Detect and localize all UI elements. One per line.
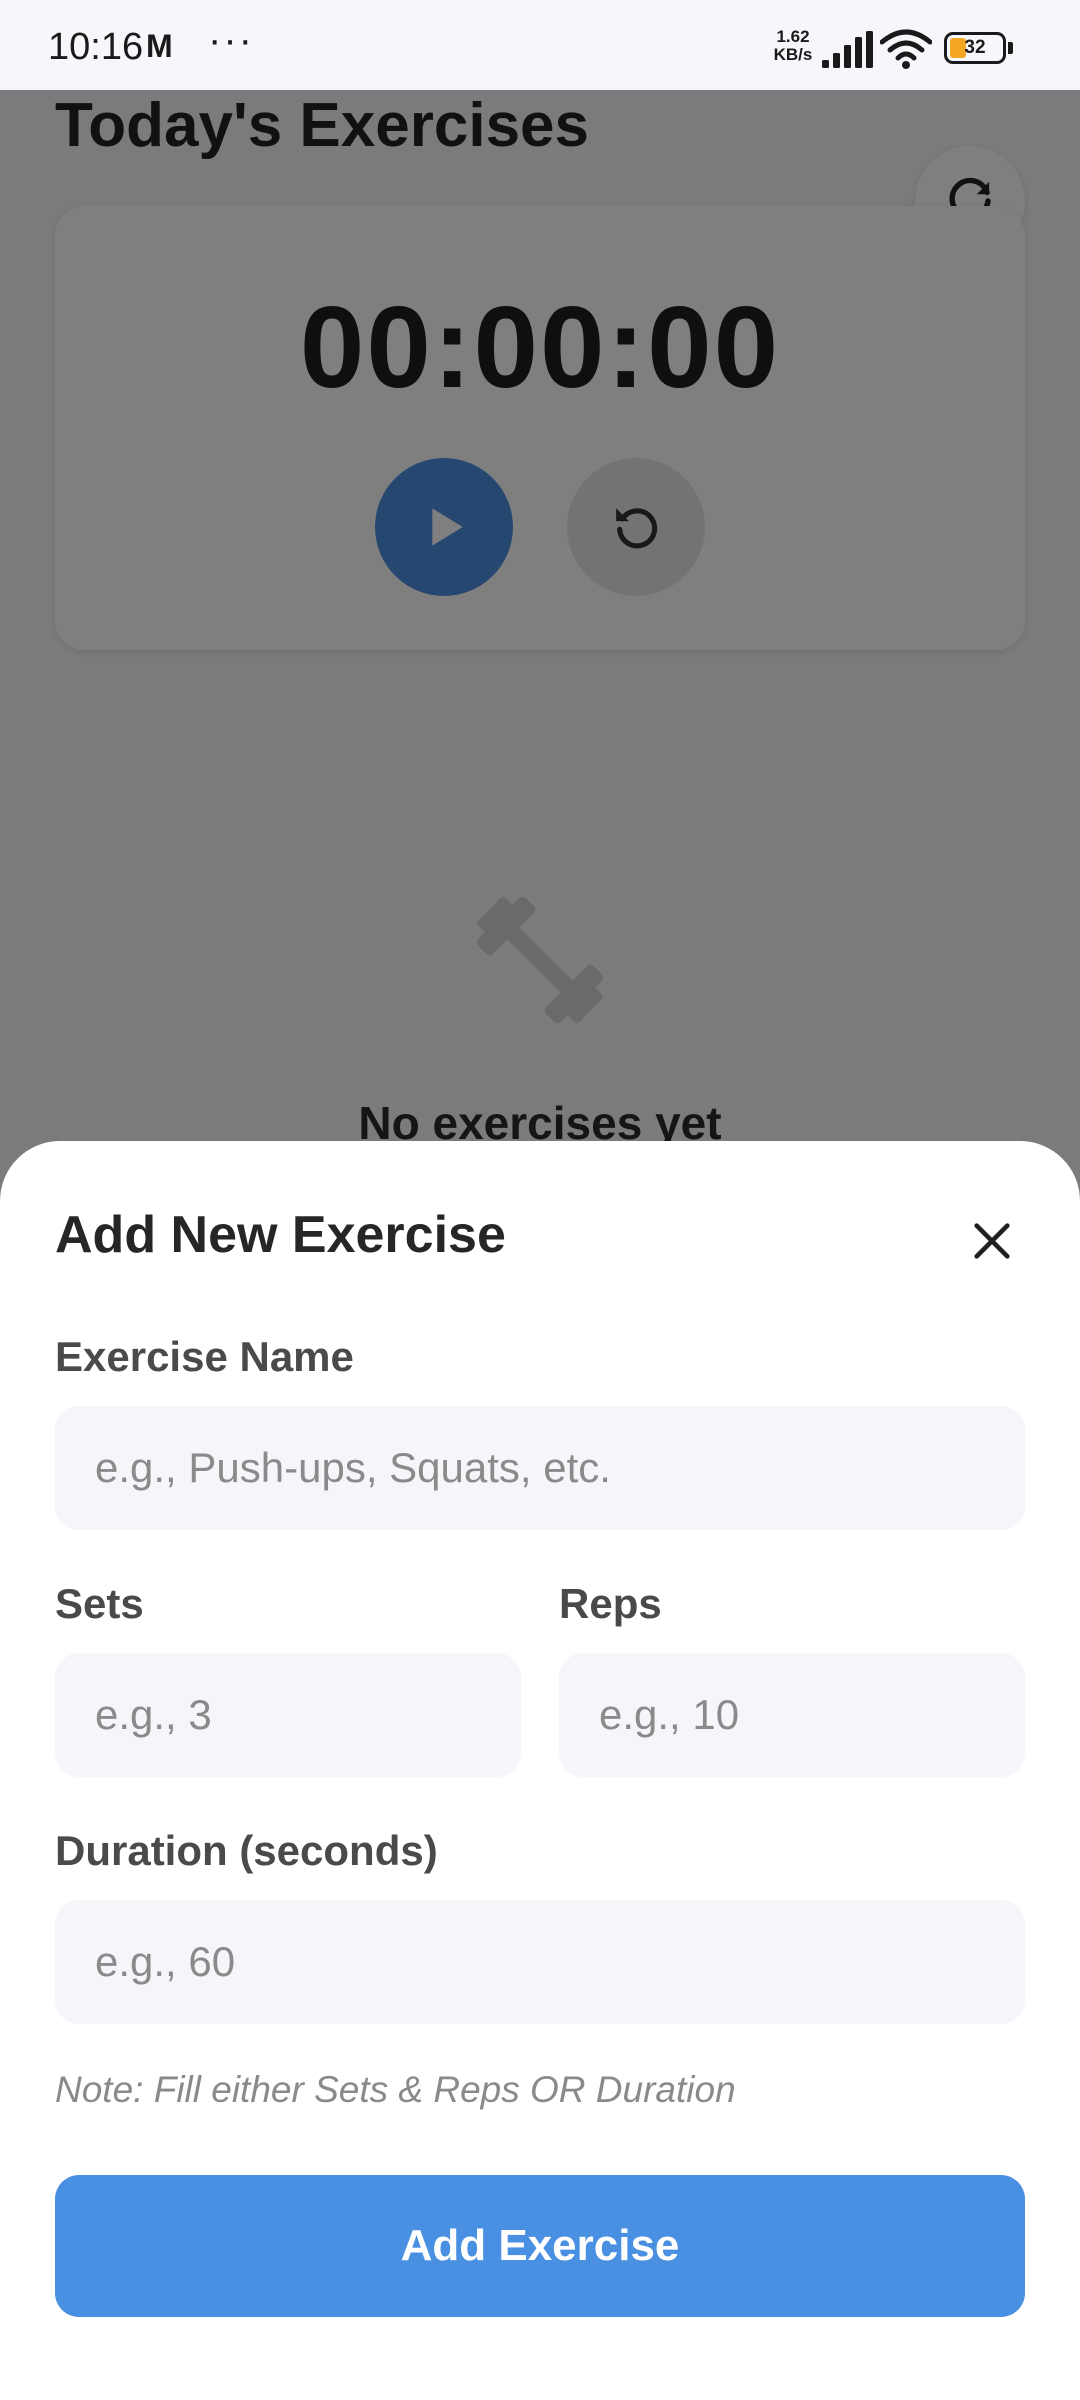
sheet-title: Add New Exercise: [55, 1206, 506, 1264]
duration-label: Duration (seconds): [55, 1827, 438, 1874]
exercise-name-input[interactable]: [55, 1406, 1025, 1530]
add-exercise-sheet: Add New Exercise Exercise Name Sets Reps…: [0, 1141, 1080, 2400]
duration-input[interactable]: [55, 1900, 1025, 2024]
add-exercise-button[interactable]: Add Exercise: [55, 2175, 1025, 2317]
form-note: Note: Fill either Sets & Reps OR Duratio…: [55, 2069, 736, 2110]
carrier-icon: M: [146, 28, 173, 64]
network-speed-value: 1.62: [776, 27, 810, 46]
sets-label: Sets: [55, 1580, 144, 1627]
reps-label: Reps: [559, 1580, 662, 1627]
wifi-icon: [880, 29, 932, 69]
battery-icon: 32: [944, 32, 1006, 64]
close-button[interactable]: [952, 1201, 1032, 1281]
status-time: 10:16: [48, 26, 144, 68]
close-icon: [974, 1223, 1010, 1259]
network-speed: 1.62 KB/s: [768, 28, 818, 64]
sets-input[interactable]: [55, 1653, 521, 1777]
exercise-name-label: Exercise Name: [55, 1333, 354, 1380]
battery-level: 32: [964, 37, 986, 58]
network-speed-unit: KB/s: [773, 45, 813, 64]
battery-tip: [1008, 42, 1013, 54]
signal-icon: [822, 31, 873, 68]
status-bar: 10:16 M ··· 1.62 KB/s 32: [0, 0, 1080, 90]
more-notifications-icon: ···: [208, 18, 254, 62]
reps-input[interactable]: [559, 1653, 1025, 1777]
